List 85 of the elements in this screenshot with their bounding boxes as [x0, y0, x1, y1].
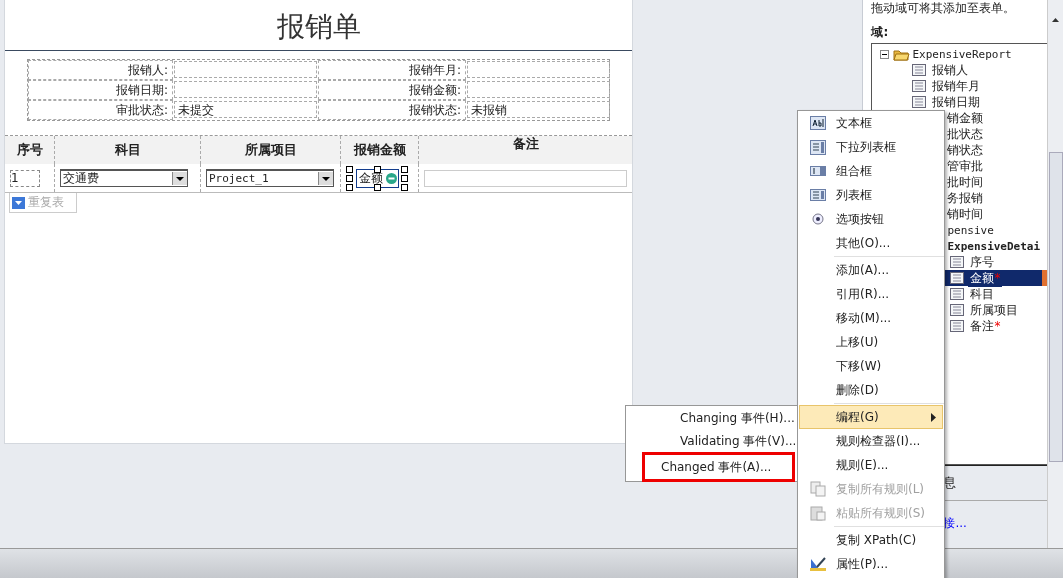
tree-item[interactable]: ExpensiveDetai	[945, 239, 1043, 253]
resize-handle[interactable]	[374, 166, 381, 173]
tree-item-label: 报销日期	[931, 93, 982, 111]
list-box-icon	[810, 189, 826, 201]
menu-item[interactable]: Changed 事件(A)...	[642, 452, 795, 482]
tree-item-label: 金额*	[968, 269, 1003, 287]
field-label: 报销金额:	[318, 80, 466, 100]
tree-item-label: 序号	[969, 253, 996, 271]
tree-item[interactable]: 销金额	[945, 109, 986, 127]
tree-item-label: 科目	[969, 285, 996, 303]
tree-item-label: 所属项目	[969, 301, 1020, 319]
field-icon	[912, 64, 927, 76]
copy-icon	[810, 481, 826, 497]
menu-item[interactable]: 规则检查器(I)...	[799, 429, 943, 453]
menu-item[interactable]: 其他(O)...	[799, 231, 943, 255]
field-icon	[950, 288, 965, 300]
text-field[interactable]	[467, 81, 610, 98]
scrollbar[interactable]	[1047, 0, 1063, 548]
field-icon	[912, 96, 927, 108]
text-field[interactable]	[467, 61, 610, 78]
tree-row[interactable]: 报销年月	[872, 78, 1051, 94]
field-label: 报销日期:	[28, 80, 173, 100]
dropdown-list-icon	[810, 139, 826, 155]
menu-item[interactable]: 文本框	[799, 111, 943, 135]
field-label: 报销年月:	[318, 60, 466, 80]
tree-item[interactable]: 务报销	[945, 189, 986, 207]
tree-item[interactable]: 销状态	[945, 141, 986, 159]
minus-circle-icon	[384, 171, 398, 185]
field-icon	[950, 256, 965, 268]
dropdown[interactable]: 交通费	[60, 169, 188, 187]
menu-item[interactable]: 复制 XPath(C)	[799, 528, 943, 552]
field-label: 审批状态:	[28, 100, 173, 120]
field-label: 报销人:	[28, 60, 173, 80]
form-title: 报销单	[5, 0, 632, 51]
field-icon	[950, 272, 965, 284]
column-header: 备注	[511, 136, 540, 153]
tree-item-label: 备注*	[969, 317, 1002, 335]
clipboard-icon	[810, 505, 826, 521]
column-header: 序号	[5, 136, 55, 164]
menu-item[interactable]: Validating 事件(V)...	[642, 429, 795, 453]
menu-item[interactable]: 下移(W)	[799, 354, 943, 378]
tree-item[interactable]: pensive	[945, 223, 996, 237]
field-icon	[950, 304, 965, 316]
menu-item[interactable]: 组合框	[799, 159, 943, 183]
resize-handle[interactable]	[374, 184, 381, 191]
text-field[interactable]	[424, 169, 627, 187]
radio-button-icon	[812, 213, 824, 225]
folder-icon	[893, 47, 911, 61]
field-icon	[912, 80, 927, 92]
column-header: 报销金额	[341, 136, 419, 164]
tree-item[interactable]: 销时间	[945, 205, 986, 223]
tree-item[interactable]: 批状态	[945, 125, 986, 143]
collapse-icon[interactable]	[880, 49, 890, 59]
text-field[interactable]: 未报销	[467, 101, 610, 118]
tree-row[interactable]: 报销日期	[872, 94, 1051, 110]
text-field[interactable]: 未提交	[174, 101, 317, 118]
menu-item[interactable]: 移动(M)...	[799, 306, 943, 330]
menu-item[interactable]: 上移(U)	[799, 330, 943, 354]
tree-item[interactable]: 批时间	[945, 173, 986, 191]
tree-item[interactable]: 管审批	[945, 157, 986, 175]
field-label: 报销状态:	[318, 100, 466, 120]
tree-row[interactable]: 报销人	[872, 62, 1051, 78]
ruler-pencil-icon	[809, 556, 827, 572]
menu-item[interactable]: 列表框	[799, 183, 943, 207]
menu-item[interactable]: 删除(D)	[799, 378, 943, 402]
menu-item[interactable]: 规则(E)...	[799, 453, 943, 477]
panel-hint: 拖动域可将其添加至表单。	[870, 0, 1017, 17]
tree-item[interactable]: ExpensiveReport	[910, 47, 1014, 61]
field-icon	[950, 320, 965, 332]
tree-item-label: 报销年月	[931, 77, 982, 95]
fields-label: 域:	[871, 24, 890, 41]
menu-item[interactable]: 编程(G)	[799, 405, 943, 429]
combo-box-icon	[810, 166, 826, 176]
text-field[interactable]	[174, 81, 317, 98]
dropdown[interactable]: Project_1	[206, 169, 334, 187]
menu-item[interactable]: 下拉列表框	[799, 135, 943, 159]
number-field[interactable]: 1	[10, 169, 40, 187]
menu-item[interactable]: 属性(P)...	[799, 552, 943, 576]
text-field[interactable]	[174, 61, 317, 78]
text-box-icon	[810, 116, 826, 130]
menu-item[interactable]: 选项按钮	[799, 207, 943, 231]
tree-item-label: 报销人	[931, 61, 970, 79]
column-header: 科目	[55, 136, 201, 164]
column-header: 所属项目	[201, 136, 341, 164]
menu-item[interactable]: Changing 事件(H)...	[642, 406, 795, 430]
